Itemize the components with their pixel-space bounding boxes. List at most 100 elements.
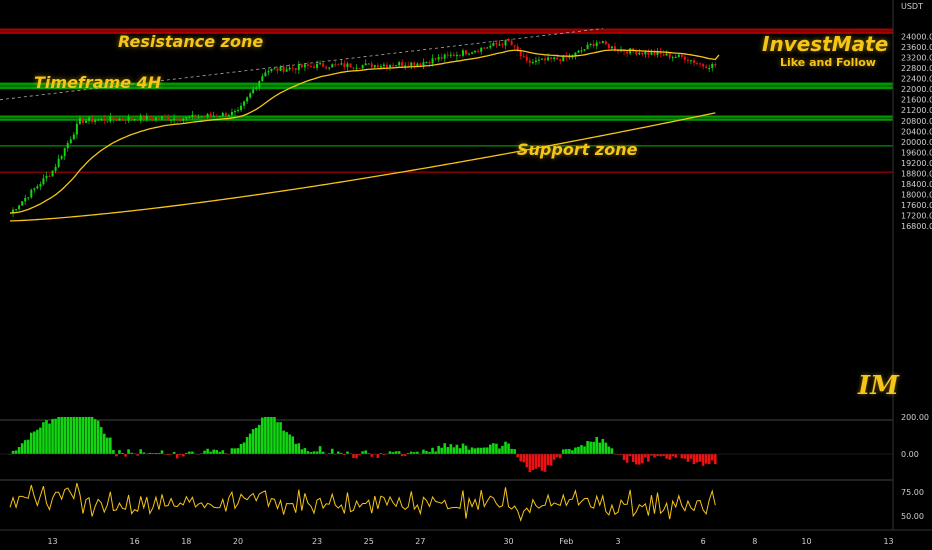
candle-body xyxy=(203,116,206,118)
histogram-bar xyxy=(102,433,106,454)
candle-body xyxy=(665,53,668,56)
histogram-bar xyxy=(63,417,67,454)
candle-body xyxy=(352,67,355,69)
candle-body xyxy=(653,52,656,56)
candle-body xyxy=(124,119,127,121)
y-tick-label: 17600.00 xyxy=(901,201,932,210)
histogram-bar xyxy=(610,448,614,454)
histogram-bar xyxy=(221,450,225,454)
histogram-bar xyxy=(631,454,635,463)
candle-body xyxy=(288,67,291,70)
candle-body xyxy=(592,43,595,47)
histogram-bar xyxy=(291,436,295,454)
histogram-bar xyxy=(352,454,355,458)
candle-body xyxy=(264,72,267,77)
candle-body xyxy=(404,65,407,67)
histogram-bar xyxy=(312,451,316,454)
histogram-bar xyxy=(81,417,85,454)
histogram-bar xyxy=(443,443,447,454)
histogram-bar xyxy=(680,454,684,459)
candle-body xyxy=(303,64,306,68)
histogram-bar xyxy=(54,418,57,454)
histogram-bar xyxy=(583,446,586,454)
candle-body xyxy=(188,116,191,118)
histogram-bar xyxy=(245,437,249,454)
histogram-bar xyxy=(586,441,589,454)
candle-body xyxy=(21,201,24,206)
histogram-bar xyxy=(39,427,42,454)
histogram-bar xyxy=(701,454,705,466)
candle-body xyxy=(54,166,57,171)
histogram-bar xyxy=(647,454,650,462)
candle-body xyxy=(72,134,75,140)
y-tick-label: 19200.00 xyxy=(901,159,932,168)
histogram-bar xyxy=(388,451,392,454)
histogram-tick-label: 200.00 xyxy=(901,413,929,422)
histogram-bar xyxy=(230,448,234,454)
candle-body xyxy=(194,114,197,119)
candle-body xyxy=(75,123,78,135)
histogram-bar xyxy=(75,417,79,454)
histogram-bar xyxy=(489,444,492,454)
candle-body xyxy=(437,57,440,60)
candle-body xyxy=(91,117,94,122)
candle-body xyxy=(24,197,27,202)
candle-body xyxy=(425,61,428,63)
candle-body xyxy=(683,56,686,60)
histogram-bar xyxy=(33,431,36,454)
histogram-bar xyxy=(449,444,453,454)
candle-body xyxy=(325,66,328,69)
histogram-bar xyxy=(531,454,535,471)
candle-body xyxy=(680,54,683,57)
histogram-bar xyxy=(139,449,143,454)
histogram-bar xyxy=(525,454,529,468)
candle-body xyxy=(112,116,115,120)
candle-body xyxy=(434,58,437,60)
candle-body xyxy=(151,118,154,120)
histogram-bar xyxy=(452,447,456,454)
y-tick-label: 23600.00 xyxy=(901,43,932,52)
candle-body xyxy=(115,119,118,121)
candle-body xyxy=(416,63,419,66)
candle-body xyxy=(157,117,160,119)
candle-body xyxy=(629,48,632,54)
candle-body xyxy=(197,117,200,119)
candle-body xyxy=(483,47,486,49)
histogram-bar xyxy=(595,436,599,454)
oscillator-tick-label: 75.00 xyxy=(901,488,924,497)
candle-body xyxy=(60,156,63,159)
timeframe-label: Timeframe 4H xyxy=(34,73,162,92)
candle-body xyxy=(170,119,173,121)
histogram-bar xyxy=(257,424,261,454)
candle-body xyxy=(528,60,531,63)
histogram-bar xyxy=(42,422,45,454)
y-tick-label: 20400.00 xyxy=(901,127,932,136)
candle-body xyxy=(689,60,692,62)
candle-body xyxy=(385,64,388,68)
candle-body xyxy=(595,42,598,47)
candle-body xyxy=(136,119,139,121)
candle-body xyxy=(48,175,51,177)
candle-body xyxy=(401,62,404,66)
candle-body xyxy=(130,116,133,120)
y-tick-label: 20000.00 xyxy=(901,138,932,147)
y-tick-label: 24000.00 xyxy=(901,32,932,41)
candle-body xyxy=(431,58,434,64)
histogram-bar xyxy=(297,443,301,454)
candle-body xyxy=(550,57,553,60)
histogram-bar xyxy=(482,447,486,454)
histogram-bar xyxy=(361,451,364,454)
candle-body xyxy=(443,54,446,59)
candle-body xyxy=(635,51,638,55)
histogram-bar xyxy=(337,451,340,454)
x-tick-label: 18 xyxy=(181,537,191,546)
x-axis-ticks: 13 16 18 20 23 25 27 30 Feb 3 6 8 10 13 xyxy=(47,537,893,546)
histogram-bar xyxy=(288,434,291,454)
candle-body xyxy=(638,52,641,55)
histogram-bar xyxy=(698,454,702,462)
histogram-bar xyxy=(458,448,462,454)
candle-body xyxy=(349,63,352,68)
candle-body xyxy=(255,87,258,90)
candle-body xyxy=(133,119,136,121)
currency-label: USDT xyxy=(901,2,923,11)
